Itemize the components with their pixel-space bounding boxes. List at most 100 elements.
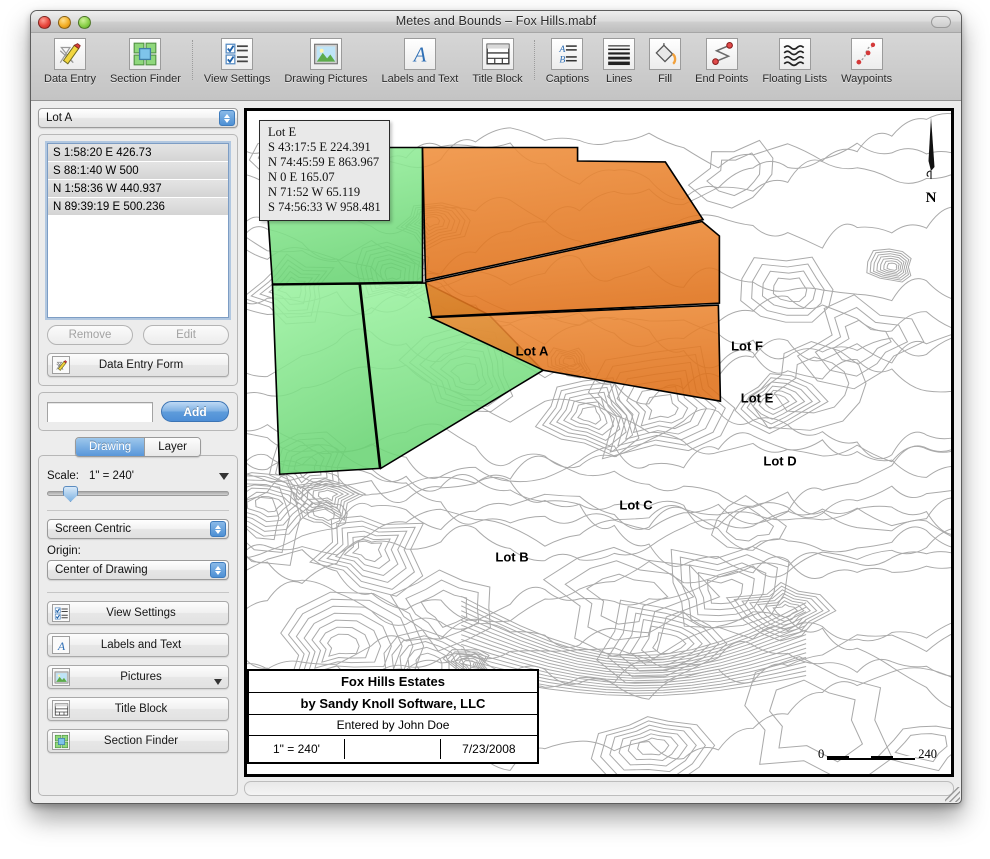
title-block-entered-by: Entered by John Doe <box>249 715 537 736</box>
letter-a-icon: A <box>404 38 436 70</box>
wavy-lines-icon <box>779 38 811 70</box>
add-input-wrapper[interactable] <box>47 402 153 422</box>
callout-title: Lot E <box>268 125 381 140</box>
lines-icon <box>603 38 635 70</box>
title-block-scale: 1" = 240' <box>249 739 345 759</box>
divider <box>47 510 229 511</box>
section-grid-icon <box>52 732 70 750</box>
edit-button[interactable]: Edit <box>143 325 229 345</box>
scale-slider[interactable] <box>47 486 229 502</box>
svg-text:A: A <box>56 638 65 652</box>
picture-icon <box>310 38 342 70</box>
sidebar-button-pictures[interactable]: Pictures <box>47 665 229 689</box>
toolbar-item-fill[interactable]: Fill <box>642 38 688 85</box>
scale-slider-thumb[interactable] <box>63 486 78 502</box>
lot-selector[interactable]: Lot A <box>38 108 238 128</box>
resize-grip[interactable] <box>945 787 960 802</box>
add-panel: Add <box>38 392 238 431</box>
scale-bar-max: 240 <box>918 747 937 762</box>
toolbar-item-label: Fill <box>658 73 672 85</box>
section-grid-icon <box>129 38 161 70</box>
sidebar: Lot A S 1:58:20 E 426.73S 88:1:40 W 500N… <box>38 108 238 796</box>
toolbar-item-lines[interactable]: Lines <box>596 38 642 85</box>
drawing-layer-tabs-wrap: Drawing Layer <box>38 437 238 457</box>
sidebar-button-title-block[interactable]: Title Block <box>47 697 229 721</box>
captions-icon: A B <box>551 38 583 70</box>
sidebar-button-view-settings[interactable]: View Settings <box>47 601 229 625</box>
chevron-updown-icon <box>210 521 226 537</box>
toolbar-item-label: Title Block <box>472 73 522 85</box>
lot-e-callout[interactable]: Lot E S 43:17:5 E 224.391 N 74:45:59 E 8… <box>259 120 390 221</box>
chevron-updown-icon <box>219 110 235 126</box>
toolbar-item-label: Section Finder <box>110 73 181 85</box>
scale-row: Scale: 1" = 240' <box>47 470 229 482</box>
scale-menu-icon[interactable] <box>219 473 229 480</box>
picture-icon <box>52 668 70 686</box>
scale-label: Scale: <box>47 470 79 482</box>
title-block-name: Fox Hills Estates <box>249 671 537 693</box>
drawing-canvas[interactable]: Lot ALot BLot CLot DLot ELot F Lot E S 4… <box>244 108 954 777</box>
sidebar-button-label: Section Finder <box>70 735 228 747</box>
call-list-item[interactable]: S 88:1:40 W 500 <box>48 162 228 180</box>
chevron-down-icon[interactable] <box>214 679 222 685</box>
toolbar-item-section-finder[interactable]: Section Finder <box>103 38 188 85</box>
toolbar-item-label: Labels and Text <box>382 73 459 85</box>
call-list-item[interactable]: N 89:39:19 E 500.236 <box>48 198 228 216</box>
toolbar-item-title-block[interactable]: Title Block <box>465 38 529 85</box>
horizontal-scrollbar[interactable] <box>244 781 954 796</box>
title-bar: Metes and Bounds – Fox Hills.mabf <box>31 11 961 33</box>
toolbar-item-view-settings[interactable]: View Settings <box>197 38 277 85</box>
svg-text:A: A <box>559 44 566 55</box>
toolbar-item-label: Lines <box>606 73 632 85</box>
toolbar-item-label: Floating Lists <box>762 73 827 85</box>
scale-value: 1" = 240' <box>89 470 134 482</box>
add-button[interactable]: Add <box>161 401 229 422</box>
drawing-layer-tabs: Drawing Layer <box>75 437 201 457</box>
origin-selector[interactable]: Center of Drawing <box>47 560 229 580</box>
toolbar-item-waypoints[interactable]: Waypoints <box>834 38 899 85</box>
toolbar-item-label: Captions <box>546 73 589 85</box>
title-block-footer: 1" = 240' 7/23/2008 <box>249 736 537 762</box>
toolbar-item-label: Data Entry <box>44 73 96 85</box>
toolbar-item-drawing-pictures[interactable]: Drawing Pictures <box>277 38 374 85</box>
title-block-author: by Sandy Knoll Software, LLC <box>249 693 537 715</box>
calls-panel: S 1:58:20 E 426.73S 88:1:40 W 500N 1:58:… <box>38 134 238 386</box>
chevron-updown-icon <box>210 562 226 578</box>
remove-button[interactable]: Remove <box>47 325 133 345</box>
toolbar-item-captions[interactable]: A B Captions <box>539 38 596 85</box>
north-arrow-label: N <box>917 190 945 207</box>
toolbar-item-labels-and-text[interactable]: A Labels and Text <box>375 38 466 85</box>
tab-drawing[interactable]: Drawing <box>76 438 144 456</box>
pencil-drawing-icon <box>54 38 86 70</box>
toolbar-item-end-points[interactable]: End Points <box>688 38 755 85</box>
drawing-settings-panel: Scale: 1" = 240' Screen Centric Origin: … <box>38 455 238 796</box>
callout-line: N 71:52 W 65.119 <box>268 185 381 200</box>
tab-layer[interactable]: Layer <box>144 438 200 456</box>
title-block-icon <box>52 700 70 718</box>
divider <box>47 592 229 593</box>
toolbar-separator <box>534 40 535 80</box>
view-mode-selector[interactable]: Screen Centric <box>47 519 229 539</box>
toolbar-item-data-entry[interactable]: Data Entry <box>37 38 103 85</box>
sidebar-button-section-finder[interactable]: Section Finder <box>47 729 229 753</box>
scale-bar-graphic <box>827 756 915 760</box>
scale-bar: 0 240 <box>818 747 937 762</box>
calls-list[interactable]: S 1:58:20 E 426.73S 88:1:40 W 500N 1:58:… <box>47 143 229 318</box>
call-list-item[interactable]: S 1:58:20 E 426.73 <box>48 144 228 162</box>
add-input[interactable] <box>48 404 152 422</box>
calls-button-row: Remove Edit <box>47 325 229 345</box>
toolbar-separator <box>192 40 193 80</box>
sidebar-button-labels-and-text[interactable]: A Labels and Text <box>47 633 229 657</box>
toolbar-toggle-button[interactable] <box>931 16 951 28</box>
title-block-icon <box>482 38 514 70</box>
waypoints-icon <box>851 38 883 70</box>
toolbar-item-label: End Points <box>695 73 748 85</box>
title-block[interactable]: Fox Hills Estates by Sandy Knoll Softwar… <box>247 669 539 764</box>
callout-line: N 0 E 165.07 <box>268 170 381 185</box>
sidebar-button-label: View Settings <box>70 607 228 619</box>
toolbar-item-floating-lists[interactable]: Floating Lists <box>755 38 834 85</box>
sidebar-button-label: Labels and Text <box>70 639 228 651</box>
data-entry-form-button[interactable]: Data Entry Form <box>47 353 229 377</box>
callout-line: S 74:56:33 W 958.481 <box>268 200 381 215</box>
call-list-item[interactable]: N 1:58:36 W 440.937 <box>48 180 228 198</box>
